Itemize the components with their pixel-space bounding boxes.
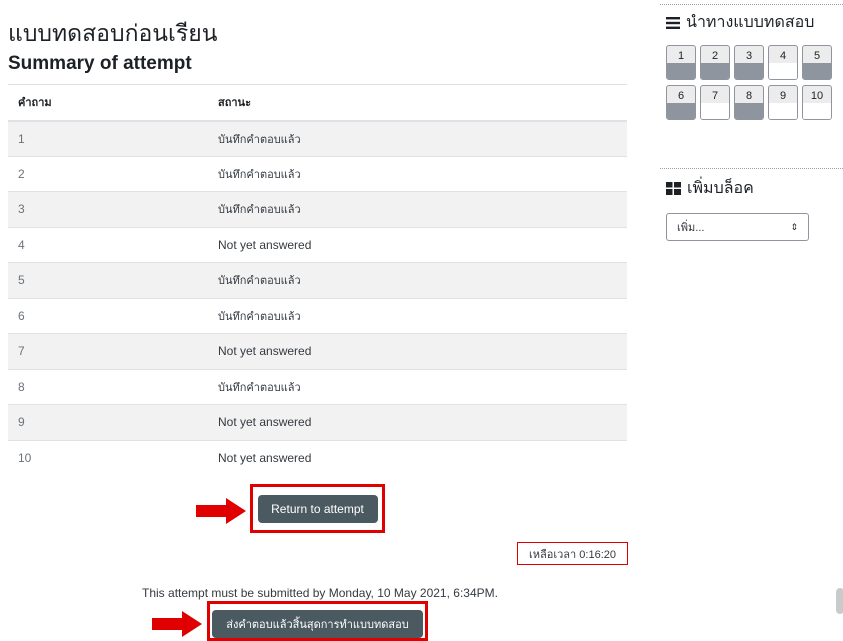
question-nav-number: 4 — [779, 50, 787, 62]
answer-state-indicator — [769, 103, 797, 119]
question-nav-number: 1 — [677, 50, 685, 62]
question-status: Not yet answered — [208, 226, 627, 263]
blocks-icon — [666, 182, 681, 195]
question-nav-button[interactable]: 6 — [666, 85, 696, 120]
add-block-label: เพิ่มบล็อค — [687, 180, 754, 197]
question-nav-number: 8 — [745, 90, 753, 102]
answer-state-indicator — [803, 103, 831, 119]
return-to-attempt-button[interactable]: Return to attempt — [257, 494, 378, 523]
question-status: บันทึกคำตอบแล้ว — [208, 155, 627, 192]
scrollbar-thumb[interactable] — [836, 588, 843, 614]
submit-button-highlight: ส่งคำตอบแล้วสิ้นสุดการทำแบบทดสอบ — [207, 601, 428, 641]
table-row: 1 บันทึกคำตอบแล้ว — [8, 120, 627, 156]
answer-state-indicator — [667, 103, 695, 119]
summary-table: คำถาม สถานะ 1 บันทึกคำตอบแล้ว 2 บันทึกคำตอบ… — [8, 84, 627, 476]
question-nav-button[interactable]: 1 — [666, 45, 696, 80]
divider — [660, 4, 843, 5]
summary-table-body: 1 บันทึกคำตอบแล้ว 2 บันทึกคำตอบแล้ว 3 บันทึกค… — [8, 120, 627, 476]
table-row: 3 บันทึกคำตอบแล้ว — [8, 191, 627, 227]
question-nav-number: 9 — [779, 90, 787, 102]
question-status: บันทึกคำตอบแล้ว — [208, 262, 627, 298]
answer-state-indicator — [701, 63, 729, 79]
question-nav-button[interactable]: 9 — [768, 85, 798, 120]
quiz-navigation-title: นำทางแบบทดสอบ — [666, 10, 814, 35]
question-nav-number: 2 — [711, 50, 719, 62]
answer-state-indicator — [735, 103, 763, 119]
select-caret-icon: ⇕ — [790, 221, 798, 232]
question-nav-number: 7 — [711, 90, 719, 102]
quiz-navigation-label: นำทางแบบทดสอบ — [686, 14, 815, 31]
column-status: สถานะ — [208, 84, 627, 122]
question-nav-button[interactable]: 10 — [802, 85, 832, 120]
table-row: 9 Not yet answered — [8, 404, 627, 440]
question-number: 1 — [8, 120, 208, 156]
table-row: 2 บันทึกคำตอบแล้ว — [8, 155, 627, 192]
column-question: คำถาม — [8, 84, 208, 122]
question-number: 2 — [8, 155, 208, 192]
add-block-select-value: เพิ่ม... — [677, 222, 705, 234]
table-row: 5 บันทึกคำตอบแล้ว — [8, 262, 627, 298]
question-status: บันทึกคำตอบแล้ว — [208, 368, 627, 405]
question-number: 3 — [8, 191, 208, 227]
question-number: 7 — [8, 333, 208, 369]
table-row: 6 บันทึกคำตอบแล้ว — [8, 297, 627, 334]
red-arrow-icon — [196, 498, 246, 524]
question-number: 5 — [8, 262, 208, 298]
table-row: 4 Not yet answered — [8, 226, 627, 263]
table-row: 8 บันทึกคำตอบแล้ว — [8, 368, 627, 405]
table-row: 7 Not yet answered — [8, 333, 627, 369]
divider — [660, 168, 843, 169]
answer-state-indicator — [735, 63, 763, 79]
question-status: บันทึกคำตอบแล้ว — [208, 120, 627, 156]
question-status: Not yet answered — [208, 333, 627, 369]
question-nav-button[interactable]: 3 — [734, 45, 764, 80]
question-nav-number: 5 — [813, 50, 821, 62]
question-number: 6 — [8, 297, 208, 334]
question-nav-button[interactable]: 2 — [700, 45, 730, 80]
deadline-notice: This attempt must be submitted by Monday… — [142, 586, 498, 600]
question-nav-number: 3 — [745, 50, 753, 62]
time-left-timer: เหลือเวลา 0:16:20 — [517, 542, 628, 565]
question-number: 10 — [8, 439, 208, 476]
question-nav-number: 6 — [677, 90, 685, 102]
submit-all-and-finish-button[interactable]: ส่งคำตอบแล้วสิ้นสุดการทำแบบทดสอบ — [212, 610, 423, 638]
red-arrow-icon — [152, 611, 202, 637]
question-number: 9 — [8, 404, 208, 440]
question-nav-button[interactable]: 7 — [700, 85, 730, 120]
question-status: บันทึกคำตอบแล้ว — [208, 191, 627, 227]
answer-state-indicator — [803, 63, 831, 79]
question-nav-number: 10 — [810, 90, 824, 102]
question-number: 8 — [8, 368, 208, 405]
question-number: 4 — [8, 226, 208, 263]
answer-state-indicator — [701, 103, 729, 119]
hamburger-icon — [666, 16, 680, 29]
question-nav-button[interactable]: 4 — [768, 45, 798, 80]
answer-state-indicator — [769, 63, 797, 79]
answer-state-indicator — [667, 63, 695, 79]
table-row: 10 Not yet answered — [8, 439, 627, 476]
question-status: Not yet answered — [208, 404, 627, 440]
add-block-title: เพิ่มบล็อค — [666, 176, 754, 201]
question-nav-button[interactable]: 5 — [802, 45, 832, 80]
summary-heading: Summary of attempt — [8, 53, 192, 74]
return-button-highlight: Return to attempt — [250, 484, 385, 533]
question-nav-button[interactable]: 8 — [734, 85, 764, 120]
question-status: Not yet answered — [208, 439, 627, 476]
table-header-row: คำถาม สถานะ — [8, 84, 627, 122]
question-status: บันทึกคำตอบแล้ว — [208, 297, 627, 334]
add-block-select[interactable]: เพิ่ม... ⇕ — [666, 213, 809, 241]
page-title: แบบทดสอบก่อนเรียน — [8, 20, 218, 46]
